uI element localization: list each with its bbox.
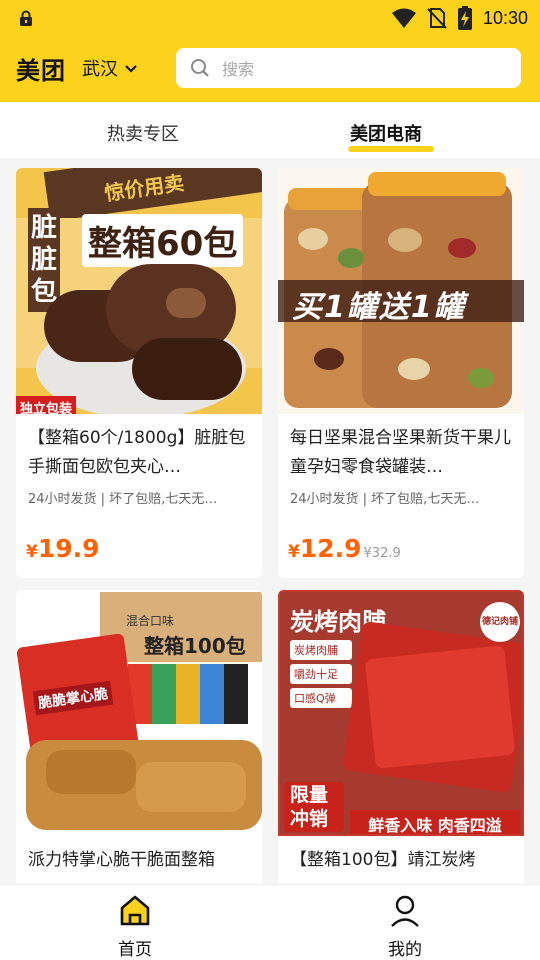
lock-icon — [20, 10, 32, 26]
search-icon — [191, 59, 209, 77]
product-title: 每日坚果混合坚果新货干果儿童孕妇零食袋罐装… — [290, 428, 511, 477]
app-header: 美团 武汉 搜索 — [0, 46, 540, 90]
image-stamp: 德记肉铺 — [480, 602, 520, 642]
product-title: 【整箱60个/1800g】脏脏包手撕面包欧包夹心… — [28, 428, 246, 477]
product-title: 派力特掌心脆干脆面整箱 — [28, 850, 215, 870]
image-box-small-text: 混合口味 — [126, 614, 175, 628]
product-shipping-info: 24小时发货 | 坏了包赔,七天无… — [290, 492, 480, 507]
tab-bar: 热卖专区 美团电商 — [0, 102, 540, 158]
city-label: 武汉 — [82, 59, 118, 80]
image-tag: 独立包装 — [16, 396, 77, 414]
tab-hot-sale[interactable]: 热卖专区 — [107, 120, 179, 146]
image-chip: 炭烤肉脯 — [290, 640, 352, 660]
product-card[interactable]: 买1罐送1罐 每日坚果混合坚果新货干果儿童孕妇零食袋罐装… 24小时发货 | 坏… — [278, 168, 524, 578]
price-currency: ¥ — [26, 542, 38, 562]
nav-home-label: 首页 — [118, 940, 152, 960]
original-price: ¥32.9 — [363, 546, 401, 561]
price-currency: ¥ — [288, 542, 300, 562]
image-headline: 整箱60包 — [82, 214, 244, 267]
chevron-down-icon — [125, 65, 137, 73]
status-bar: 10:30 — [0, 0, 540, 36]
image-chip: 口感Q弹 — [290, 688, 352, 708]
status-time: 10:30 — [482, 7, 528, 28]
product-card[interactable]: 炭烤肉脯 炭烤肉脯 嚼劲十足 口感Q弹 德记肉铺 限量冲销 鲜香入味 肉香四溢 … — [278, 590, 524, 884]
image-headline: 买1罐送1罐 — [292, 290, 466, 325]
product-price: ¥ 19.9 — [26, 534, 100, 563]
battery-charging-icon — [457, 6, 472, 30]
image-bottom-text: 鲜香入味 肉香四溢 — [350, 810, 520, 834]
wifi-icon — [391, 8, 416, 28]
image-box-text: 整箱100包 — [144, 634, 246, 658]
product-card[interactable]: 惊价用卖 脏脏包 整箱60包 独立包装 【整箱60个/1800g】脏脏包手撕面包… — [16, 168, 262, 578]
product-image: 惊价用卖 脏脏包 整箱60包 独立包装 — [16, 168, 262, 414]
search-placeholder: 搜索 — [222, 60, 255, 79]
product-shipping-info: 24小时发货 | 坏了包赔,七天无… — [28, 492, 218, 507]
image-chip: 嚼劲十足 — [290, 664, 352, 684]
product-image: 炭烤肉脯 炭烤肉脯 嚼劲十足 口感Q弹 德记肉铺 限量冲销 鲜香入味 肉香四溢 — [278, 590, 524, 836]
home-icon — [120, 895, 150, 926]
product-image: 混合口味 整箱100包 脆脆掌心脆 — [16, 590, 262, 836]
nav-home[interactable]: 首页 — [95, 893, 175, 960]
nav-me[interactable]: 我的 — [365, 893, 445, 960]
profile-icon — [391, 895, 419, 927]
price-value: 19.9 — [37, 534, 100, 563]
brand-logo: 美团 — [16, 56, 66, 85]
product-grid: 惊价用卖 脏脏包 整箱60包 独立包装 【整箱60个/1800g】脏脏包手撕面包… — [0, 158, 540, 884]
city-selector[interactable]: 武汉 — [82, 55, 138, 81]
price-value: 12.9 — [299, 534, 362, 563]
tab-meituan-ecommerce[interactable]: 美团电商 — [348, 120, 434, 152]
no-sim-icon — [427, 8, 447, 29]
tab-active-indicator — [348, 146, 434, 152]
product-price: ¥ 12.9 ¥32.9 — [288, 534, 401, 563]
image-side-text: 脏脏包 — [28, 208, 60, 312]
search-input[interactable]: 搜索 — [176, 48, 521, 88]
nav-me-label: 我的 — [388, 940, 422, 960]
top-bar: 10:30 美团 武汉 搜索 — [0, 0, 540, 102]
product-card[interactable]: 混合口味 整箱100包 脆脆掌心脆 派力特掌心脆干脆面整箱 — [16, 590, 262, 884]
product-title: 【整箱100包】靖江炭烤 — [290, 850, 476, 870]
image-badge: 限量冲销 — [284, 782, 344, 832]
tab-ec-label: 美团电商 — [350, 124, 422, 145]
bottom-nav: 首页 我的 — [0, 884, 540, 960]
product-image: 买1罐送1罐 — [278, 168, 524, 414]
